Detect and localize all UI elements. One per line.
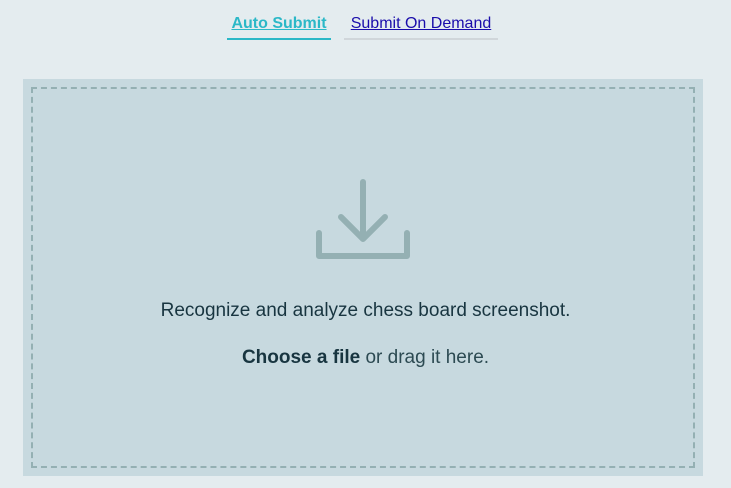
dropzone-instruction: Choose a file or drag it here.: [0, 347, 731, 369]
file-dropzone[interactable]: [23, 79, 703, 476]
choose-file-link[interactable]: Choose a file: [242, 347, 360, 368]
drag-instruction-text: or drag it here.: [360, 347, 490, 368]
dropzone-title: Recognize and analyze chess board screen…: [160, 300, 571, 321]
download-icon: [316, 179, 410, 259]
tab-submit-on-demand[interactable]: Submit On Demand: [344, 14, 498, 40]
submit-mode-tabs: Auto Submit Submit On Demand: [0, 0, 731, 44]
tab-auto-submit[interactable]: Auto Submit: [227, 14, 331, 40]
dropzone-dashed-border: [31, 87, 695, 468]
